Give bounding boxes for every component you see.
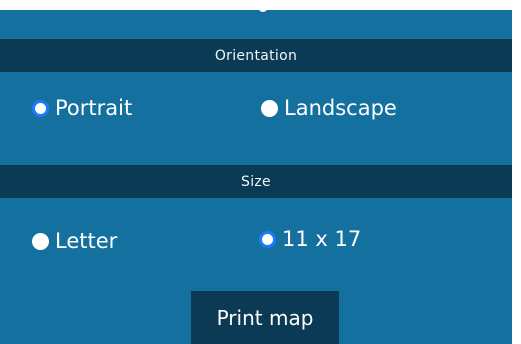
radio-checked-icon[interactable]: [259, 230, 276, 248]
orientation-header: Orientation: [0, 39, 512, 72]
radio-11x17-label: 11 x 17: [282, 227, 362, 251]
print-map-button[interactable]: Print map: [191, 291, 339, 344]
radio-checked-icon[interactable]: [32, 99, 49, 117]
radio-landscape[interactable]: Landscape: [261, 96, 397, 120]
collapse-handle-icon: [258, 4, 268, 12]
radio-letter[interactable]: Letter: [32, 229, 117, 253]
radio-11x17[interactable]: 11 x 17: [259, 227, 361, 251]
top-strip: [0, 0, 512, 10]
radio-landscape-label: Landscape: [284, 96, 397, 120]
radio-unchecked-icon[interactable]: [32, 232, 49, 250]
size-header: Size: [0, 165, 512, 198]
radio-portrait-label: Portrait: [55, 96, 133, 120]
radio-portrait[interactable]: Portrait: [32, 96, 132, 120]
print-panel: Orientation Portrait Landscape Size Lett…: [0, 0, 512, 344]
radio-unchecked-icon[interactable]: [261, 99, 278, 117]
radio-letter-label: Letter: [55, 229, 118, 253]
